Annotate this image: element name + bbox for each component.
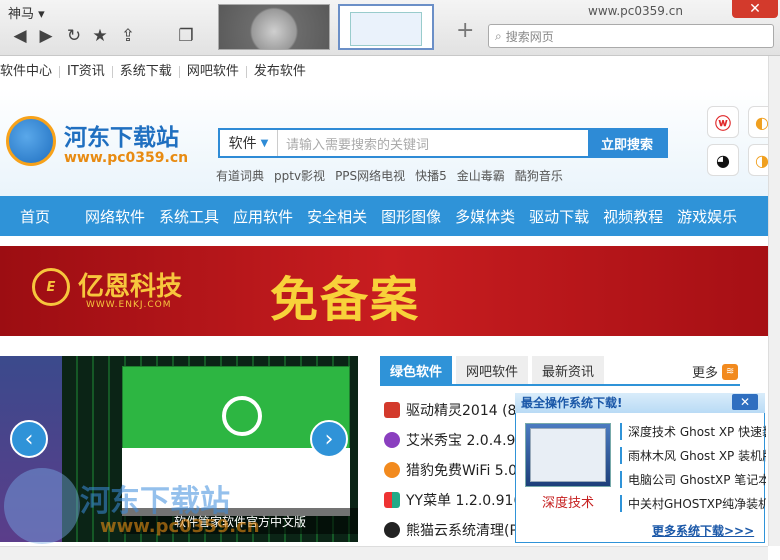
weibo-icon[interactable]: ⓦ bbox=[707, 106, 739, 138]
horizontal-scrollbar[interactable] bbox=[0, 546, 768, 560]
nav-applications[interactable]: 应用软件 bbox=[226, 206, 300, 227]
nav-graphics[interactable]: 图形图像 bbox=[374, 206, 448, 227]
brand-logo-icon: E bbox=[32, 268, 70, 306]
bookmark-star-icon[interactable]: ★ bbox=[90, 26, 110, 46]
browser-search-placeholder: 搜索网页 bbox=[505, 29, 554, 44]
site-logo-icon[interactable] bbox=[6, 116, 56, 166]
site-logo-url: www.pc0359.cn bbox=[64, 150, 189, 166]
popup-list-item[interactable]: 深度技术 Ghost XP 快速装 bbox=[620, 423, 766, 440]
rss-icon: ≋ bbox=[722, 363, 739, 380]
refresh-icon[interactable]: ↻ bbox=[64, 26, 84, 46]
sun-icon bbox=[222, 396, 262, 436]
wifi-icon bbox=[384, 462, 400, 478]
site-search-input[interactable]: 请输入需要搜索的关键词 bbox=[278, 130, 588, 156]
vertical-scrollbar[interactable] bbox=[768, 56, 780, 546]
aimixiu-icon bbox=[384, 432, 400, 448]
forward-icon[interactable]: ▶ bbox=[36, 26, 56, 46]
nav-home[interactable]: 首页 bbox=[0, 206, 78, 227]
tab-thumbnail-active[interactable] bbox=[338, 4, 434, 50]
site-search-box: 软件 ▼ 请输入需要搜索的关键词 立即搜索 bbox=[218, 128, 668, 158]
nav-games[interactable]: 游戏娱乐 bbox=[670, 206, 744, 227]
top-link-publish-software[interactable]: 发布软件 bbox=[247, 65, 313, 78]
top-link-netbar-software[interactable]: 网吧软件 bbox=[180, 65, 247, 78]
browser-app-name[interactable]: 神马 ▾ bbox=[8, 3, 45, 22]
browser-search-input[interactable]: ⌕ 搜索网页 bbox=[488, 24, 774, 48]
hot-keyword[interactable]: 酷狗音乐 bbox=[515, 167, 563, 184]
new-tab-icon[interactable]: + bbox=[456, 18, 474, 43]
top-link-software-center[interactable]: 软件中心 bbox=[0, 65, 61, 78]
nav-drivers[interactable]: 驱动下载 bbox=[522, 206, 596, 227]
more-link[interactable]: 更多 ≋ bbox=[692, 362, 739, 381]
popup-thumbnail[interactable] bbox=[525, 423, 611, 487]
list-item[interactable]: 猎豹免费WiFi 5.0. bbox=[384, 460, 524, 480]
popup-list-item[interactable]: 电脑公司 GhostXP 笔记本 bbox=[620, 471, 766, 488]
yy-menu-icon bbox=[384, 492, 400, 508]
hot-keywords: 有道词典 pptv影视 PPS网络电视 快播5 金山毒霸 酷狗音乐 bbox=[216, 167, 563, 184]
banner-brand-name: 亿恩科技 bbox=[78, 272, 183, 302]
banner-brand-url: WWW.ENKJ.COM bbox=[86, 300, 172, 310]
back-icon[interactable]: ◀ bbox=[10, 26, 30, 46]
watermark-url: www.pc0359.cn bbox=[100, 516, 260, 537]
hot-keyword[interactable]: 快播5 bbox=[415, 167, 447, 184]
tab-green-software[interactable]: 绿色软件 bbox=[380, 356, 453, 384]
popup-list-item[interactable]: 雨林木风 Ghost XP 装机版 bbox=[620, 447, 766, 464]
slider-prev-button[interactable]: ‹ bbox=[10, 420, 48, 458]
panda-icon bbox=[384, 522, 400, 538]
list-item[interactable]: 艾米秀宝 2.0.4.9 bbox=[384, 430, 524, 450]
tab-thumbnail-1[interactable] bbox=[218, 4, 330, 50]
main-nav: 首页 网络软件 系统工具 应用软件 安全相关 图形图像 多媒体类 驱动下载 视频… bbox=[0, 196, 780, 236]
qq-icon[interactable]: ◕ bbox=[707, 144, 739, 176]
top-links-bar: 软件中心 IT资讯 系统下载 网吧软件 发布软件 bbox=[0, 56, 780, 88]
banner-headline: 免备案 bbox=[270, 272, 421, 328]
nav-network-software[interactable]: 网络软件 bbox=[78, 206, 152, 227]
popup-more-link[interactable]: 更多系统下载>>> bbox=[652, 522, 754, 539]
hot-keyword[interactable]: pptv影视 bbox=[274, 167, 325, 184]
top-link-it-news[interactable]: IT资讯 bbox=[60, 65, 113, 78]
search-icon: ⌕ bbox=[495, 28, 502, 43]
url-display: www.pc0359.cn bbox=[588, 4, 683, 18]
watermark-title: 河东下载站 bbox=[80, 484, 230, 519]
site-search-button[interactable]: 立即搜索 bbox=[588, 130, 666, 156]
nav-system-tools[interactable]: 系统工具 bbox=[152, 206, 226, 227]
list-item[interactable]: YY菜单 1.2.0.916 bbox=[384, 490, 524, 510]
popup-title: 最全操作系统下载! bbox=[515, 393, 765, 413]
list-item[interactable]: 熊猫云系统清理(P bbox=[384, 520, 524, 540]
software-tabs: 绿色软件 网吧软件 最新资讯 bbox=[380, 356, 740, 386]
hot-keyword[interactable]: 有道词典 bbox=[216, 167, 264, 184]
tab-latest-news[interactable]: 最新资讯 bbox=[532, 356, 605, 384]
tab-netbar-software[interactable]: 网吧软件 bbox=[456, 356, 529, 384]
popup-list-item[interactable]: 中关村GHOSTXP纯净装机 bbox=[620, 495, 766, 512]
hot-keyword[interactable]: 金山毒霸 bbox=[457, 167, 505, 184]
slider-next-button[interactable]: › bbox=[310, 420, 348, 458]
window-close-icon[interactable]: ✕ bbox=[732, 0, 778, 18]
watermark-logo-icon bbox=[4, 468, 80, 544]
driver-genius-icon bbox=[384, 402, 400, 418]
popup-thumbnail-caption[interactable]: 深度技术 bbox=[525, 492, 611, 511]
tabs-overview-icon[interactable]: ❐ bbox=[176, 26, 196, 46]
hot-keyword[interactable]: PPS网络电视 bbox=[335, 167, 405, 184]
nav-video-tutorials[interactable]: 视频教程 bbox=[596, 206, 670, 227]
site-logo-title[interactable]: 河东下载站 bbox=[64, 118, 179, 152]
popup-close-icon[interactable]: ✕ bbox=[732, 394, 758, 410]
nav-security[interactable]: 安全相关 bbox=[300, 206, 374, 227]
search-category-select[interactable]: 软件 ▼ bbox=[220, 130, 278, 156]
chevron-down-icon: ▼ bbox=[260, 137, 269, 149]
top-link-system-download[interactable]: 系统下载 bbox=[113, 65, 180, 78]
nav-multimedia[interactable]: 多媒体类 bbox=[448, 206, 522, 227]
share-icon[interactable]: ⇪ bbox=[118, 26, 138, 46]
list-item[interactable]: 驱动精灵2014 (8. bbox=[384, 400, 524, 420]
